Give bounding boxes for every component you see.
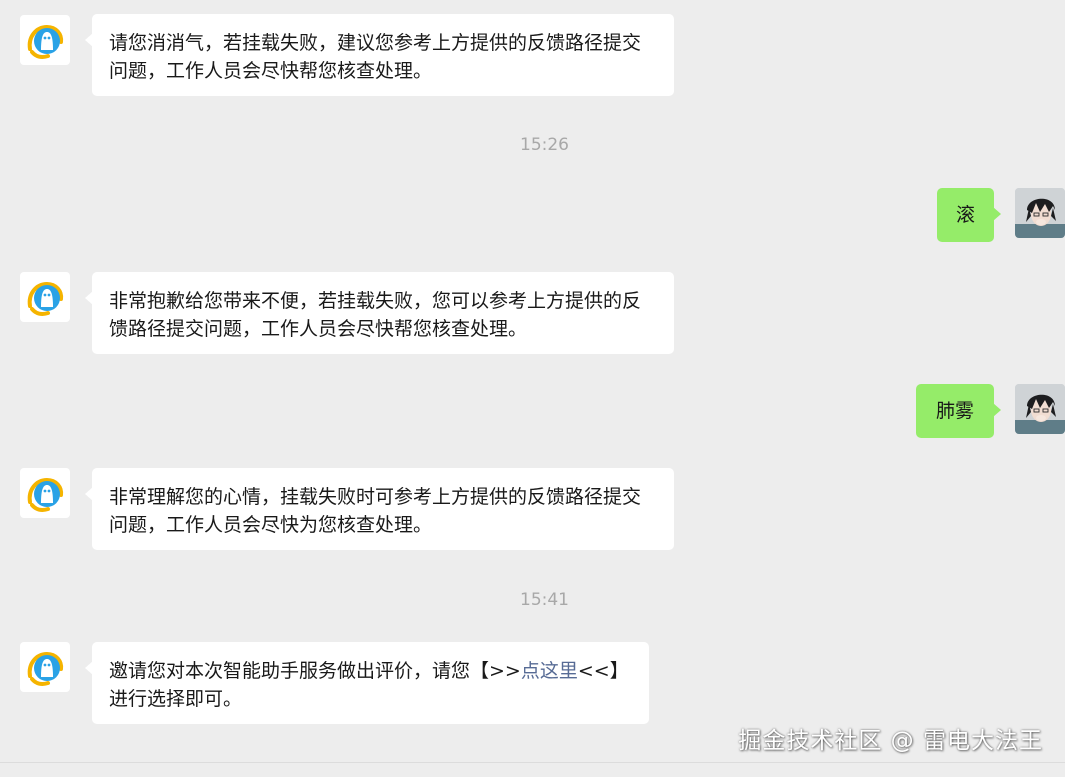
divider: [0, 762, 1065, 763]
user-message[interactable]: 肺雾: [916, 384, 1001, 438]
bot-message-text: 非常理解您的心情，挂载失败时可参考上方提供的反馈路径提交问题，工作人员会尽快为您…: [109, 486, 642, 536]
bot-message-text: 非常抱歉给您带来不便，若挂载失败，您可以参考上方提供的反馈路径提交问题，工作人员…: [109, 290, 642, 340]
bot-message[interactable]: 非常理解您的心情，挂载失败时可参考上方提供的反馈路径提交问题，工作人员会尽快为您…: [85, 468, 674, 550]
watermark: 掘金技术社区 @ 雷电大法王: [738, 728, 1043, 754]
timestamp: 15:26: [520, 135, 569, 155]
bot-message[interactable]: 非常抱歉给您带来不便，若挂载失败，您可以参考上方提供的反馈路径提交问题，工作人员…: [85, 272, 674, 354]
bot-avatar-icon[interactable]: [20, 642, 70, 692]
user-avatar[interactable]: [1015, 188, 1065, 238]
bot-avatar-icon[interactable]: [20, 272, 70, 322]
bot-message-text: 请您消消气，若挂载失败，建议您参考上方提供的反馈路径提交问题，工作人员会尽快帮您…: [109, 32, 642, 82]
rate-service-link[interactable]: 点这里: [521, 660, 578, 682]
user-message[interactable]: 滚: [937, 188, 1001, 242]
bot-message[interactable]: 邀请您对本次智能助手服务做出评价，请您【>>点这里<<】进行选择即可。: [85, 642, 649, 724]
bot-avatar-icon[interactable]: [20, 15, 70, 65]
timestamp: 15:41: [520, 590, 569, 610]
user-message-text: 滚: [955, 204, 975, 226]
bot-message-text: 邀请您对本次智能助手服务做出评价，请您【>>: [109, 660, 521, 682]
bot-message[interactable]: 请您消消气，若挂载失败，建议您参考上方提供的反馈路径提交问题，工作人员会尽快帮您…: [85, 14, 674, 96]
user-avatar[interactable]: [1015, 384, 1065, 434]
bot-avatar-icon[interactable]: [20, 468, 70, 518]
user-message-text: 肺雾: [935, 400, 974, 422]
